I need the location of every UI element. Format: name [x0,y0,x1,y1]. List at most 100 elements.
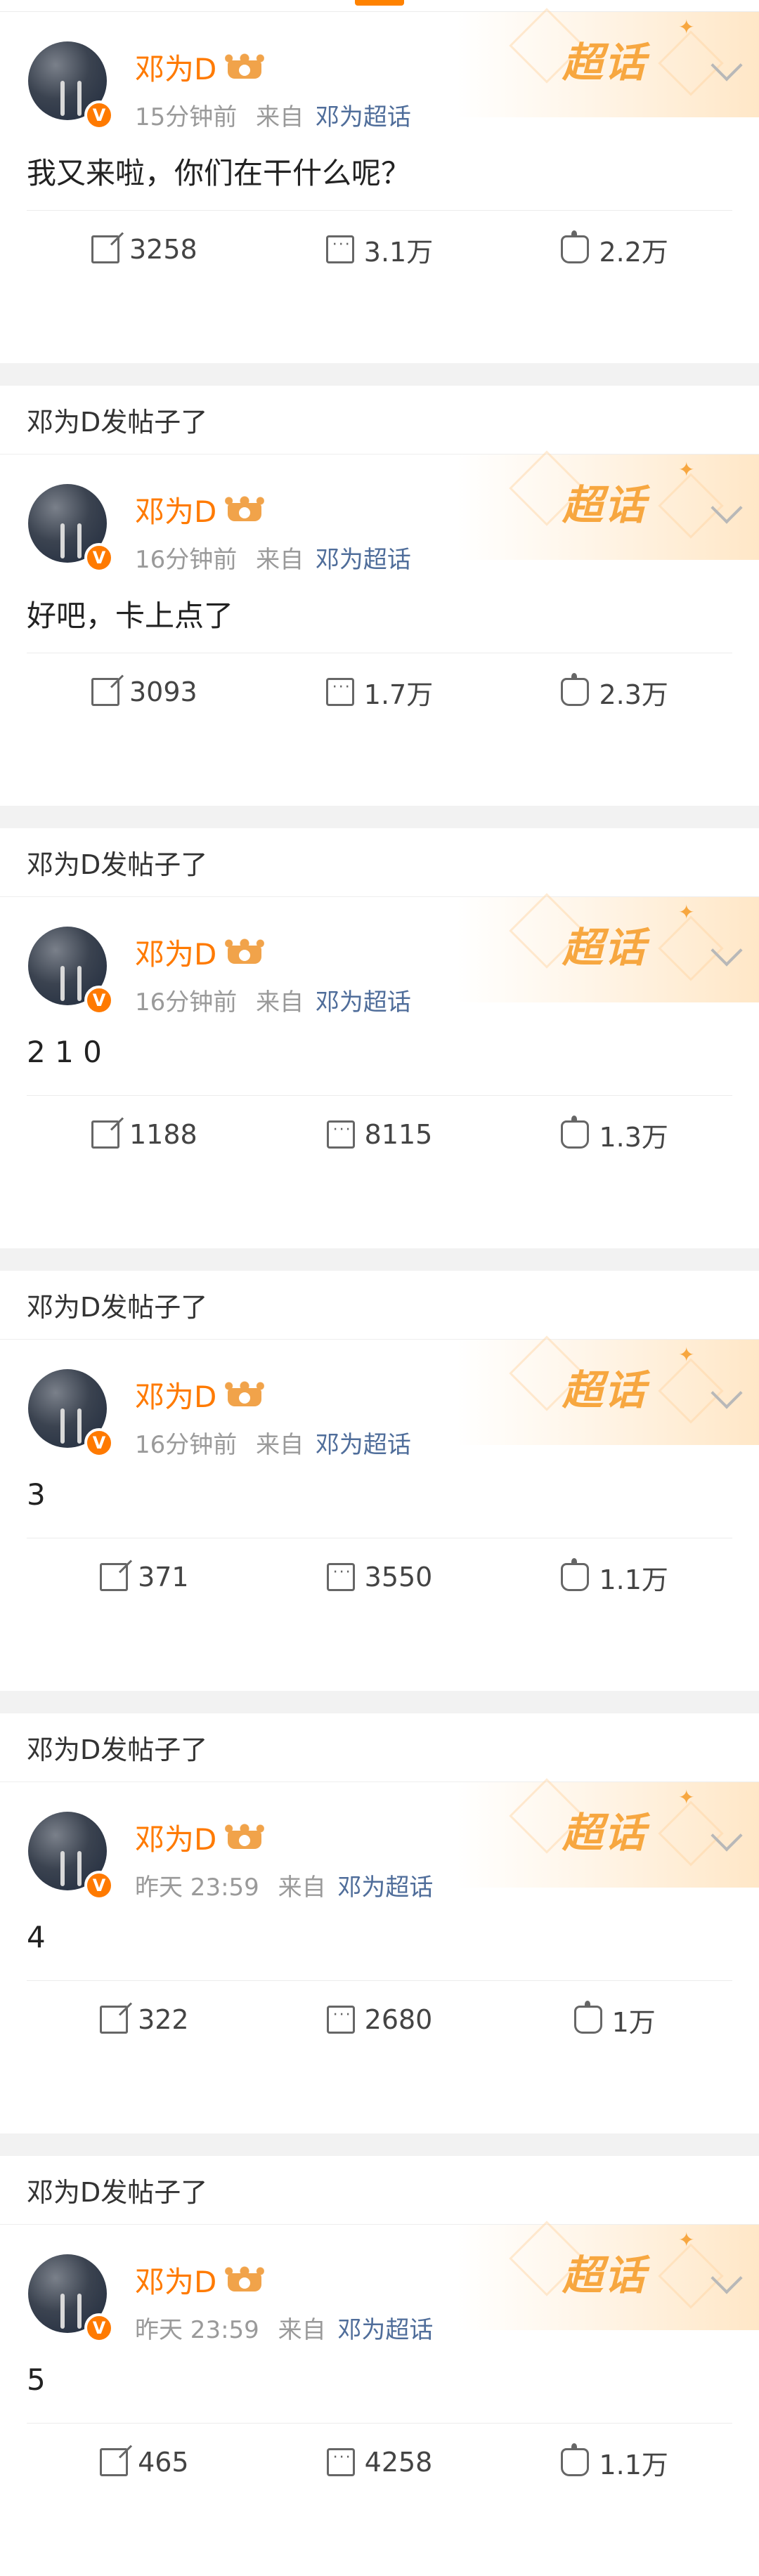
post-card[interactable]: 超话 ✦ V 邓为D 16分钟前 来自 邓为超话 好吧，卡上点了 3093 ··… [0,450,759,806]
share-button[interactable]: 3093 [27,676,262,707]
post-content[interactable]: 我又来啦，你们在干什么呢？ [27,150,410,192]
feed-divider [0,2133,759,2156]
comment-icon [325,235,354,263]
avatar-detail [60,523,65,558]
username[interactable]: 邓为D [135,488,265,531]
share-count: 371 [138,1562,189,1593]
like-button[interactable]: 1.1万 [497,1558,732,1597]
post-header-note: 邓为D发帖子了 [0,1271,759,1340]
feed-divider [0,1248,759,1271]
like-button[interactable]: 1万 [497,2001,732,2039]
comment-button[interactable]: 8115 [262,1119,498,1150]
action-bar: 3093 1.7万 2.3万 [27,653,732,731]
post-time: 昨天 23:59 [135,1874,259,1902]
post-header-text: 邓为D发帖子了 [27,2177,208,2208]
from-label: 来自 [256,1431,304,1459]
post-meta: 昨天 23:59 来自 邓为超话 [135,2310,433,2345]
verified-badge-icon: V [84,543,114,573]
post-card[interactable]: 超话 ✦ V 邓为D 16分钟前 来自 邓为超话 3 371 ··· 3550 … [0,1335,759,1691]
like-button[interactable]: 2.3万 [497,673,732,712]
username-text[interactable]: 邓为D [135,931,216,974]
like-count: 1.1万 [599,1564,668,1595]
username[interactable]: 邓为D [135,931,265,974]
feed: 超话 ✦ V 邓为D 15分钟前 来自 邓为超话 我又来啦，你们在干什么呢？ 3… [0,8,759,2576]
post-time: 16分钟前 [135,988,238,1016]
username-text[interactable]: 邓为D [135,488,216,531]
username-text[interactable]: 邓为D [135,2258,216,2301]
share-count: 3093 [129,676,197,707]
username[interactable]: 邓为D [135,1816,265,1859]
username-text[interactable]: 邓为D [135,1373,216,1416]
post-header-note: 邓为D发帖子了 [0,2156,759,2225]
post-content[interactable]: 4 [27,1920,46,1954]
username[interactable]: 邓为D [135,2258,265,2301]
crown-icon [225,2266,265,2294]
verified-badge-icon: V [84,986,114,1015]
share-icon [100,2448,129,2476]
username[interactable]: 邓为D [135,46,265,89]
sparkle-icon: ✦ [678,15,695,39]
comment-count: 3.1万 [363,236,434,268]
post-time: 16分钟前 [135,1431,238,1459]
comment-button[interactable]: 3550 [262,1562,498,1593]
username[interactable]: 邓为D [135,1373,265,1416]
post-card[interactable]: 超话 ✦ V 邓为D 15分钟前 来自 邓为超话 我又来啦，你们在干什么呢？ 3… [0,8,759,363]
post-header-text: 邓为D发帖子了 [27,849,208,880]
post-time: 15分钟前 [135,103,238,131]
post-card[interactable]: 超话 ✦ V 邓为D 16分钟前 来自 邓为超话 2 1 0 1188 ··· … [0,893,759,1248]
like-button[interactable]: 1.3万 [497,1116,732,1154]
avatar-detail [77,1851,82,1886]
username-text[interactable]: 邓为D [135,1816,216,1859]
source-link[interactable]: 邓为超话 [316,546,411,574]
supertopic-label: 超话 [562,1809,647,1857]
share-button[interactable]: 322 [27,2004,262,2035]
share-icon [91,235,119,263]
from-label: 来自 [256,546,304,574]
post-time: 昨天 23:59 [135,2316,259,2344]
post-content[interactable]: 好吧，卡上点了 [27,592,233,635]
username-text[interactable]: 邓为D [135,46,216,89]
like-count: 2.3万 [599,679,668,710]
share-button[interactable]: 465 [27,2447,262,2478]
post-content[interactable]: 5 [27,2362,46,2397]
crown-gem [239,1392,251,1404]
post-header-note: 邓为D发帖子了 [0,386,759,455]
post-content[interactable]: 2 1 0 [27,1035,102,1069]
post-card[interactable]: 超话 ✦ V 邓为D 昨天 23:59 来自 邓为超话 5 465 ··· 42… [0,2221,759,2576]
post-header-text: 邓为D发帖子了 [27,407,208,438]
post-card[interactable]: 超话 ✦ V 邓为D 昨天 23:59 来自 邓为超话 4 322 ··· 26… [0,1778,759,2133]
share-button[interactable]: 3258 [27,234,262,265]
like-button[interactable]: 2.2万 [497,230,732,269]
share-button[interactable]: 1188 [27,1119,262,1150]
like-button[interactable]: 1.1万 [497,2443,732,2482]
post-content[interactable]: 3 [27,1477,46,1512]
comment-button[interactable]: 1.7万 [262,673,498,712]
source-link[interactable]: 邓为超话 [337,1874,433,1902]
share-icon [91,1120,119,1149]
verified-badge-icon: V [84,1871,114,1900]
crown-gem [239,506,251,518]
post-meta: 16分钟前 来自 邓为超话 [135,983,411,1017]
sparkle-icon: ✦ [678,2228,695,2251]
crown-gem [239,64,251,76]
crown-gem [239,949,251,961]
comment-icon [326,1563,355,1591]
verified-badge-icon: V [84,100,114,130]
comment-button[interactable]: 3.1万 [262,230,498,269]
avatar-detail [60,2294,65,2329]
crown-gem [239,1834,251,1846]
post-time: 16分钟前 [135,546,238,574]
action-bar: 322 2680 1万 [27,1980,732,2058]
source-link[interactable]: 邓为超话 [337,2316,433,2344]
comment-count: 2680 [364,2004,433,2035]
comment-button[interactable]: 2680 [262,2004,498,2035]
source-link[interactable]: 邓为超话 [316,1431,411,1459]
top-tab-bar [0,0,759,12]
avatar-detail [77,523,82,558]
like-icon [561,230,590,263]
source-link[interactable]: 邓为超话 [316,103,411,131]
avatar-detail [60,1408,65,1444]
source-link[interactable]: 邓为超话 [316,988,411,1016]
share-button[interactable]: 371 [27,1562,262,1593]
comment-button[interactable]: 4258 [262,2447,498,2478]
